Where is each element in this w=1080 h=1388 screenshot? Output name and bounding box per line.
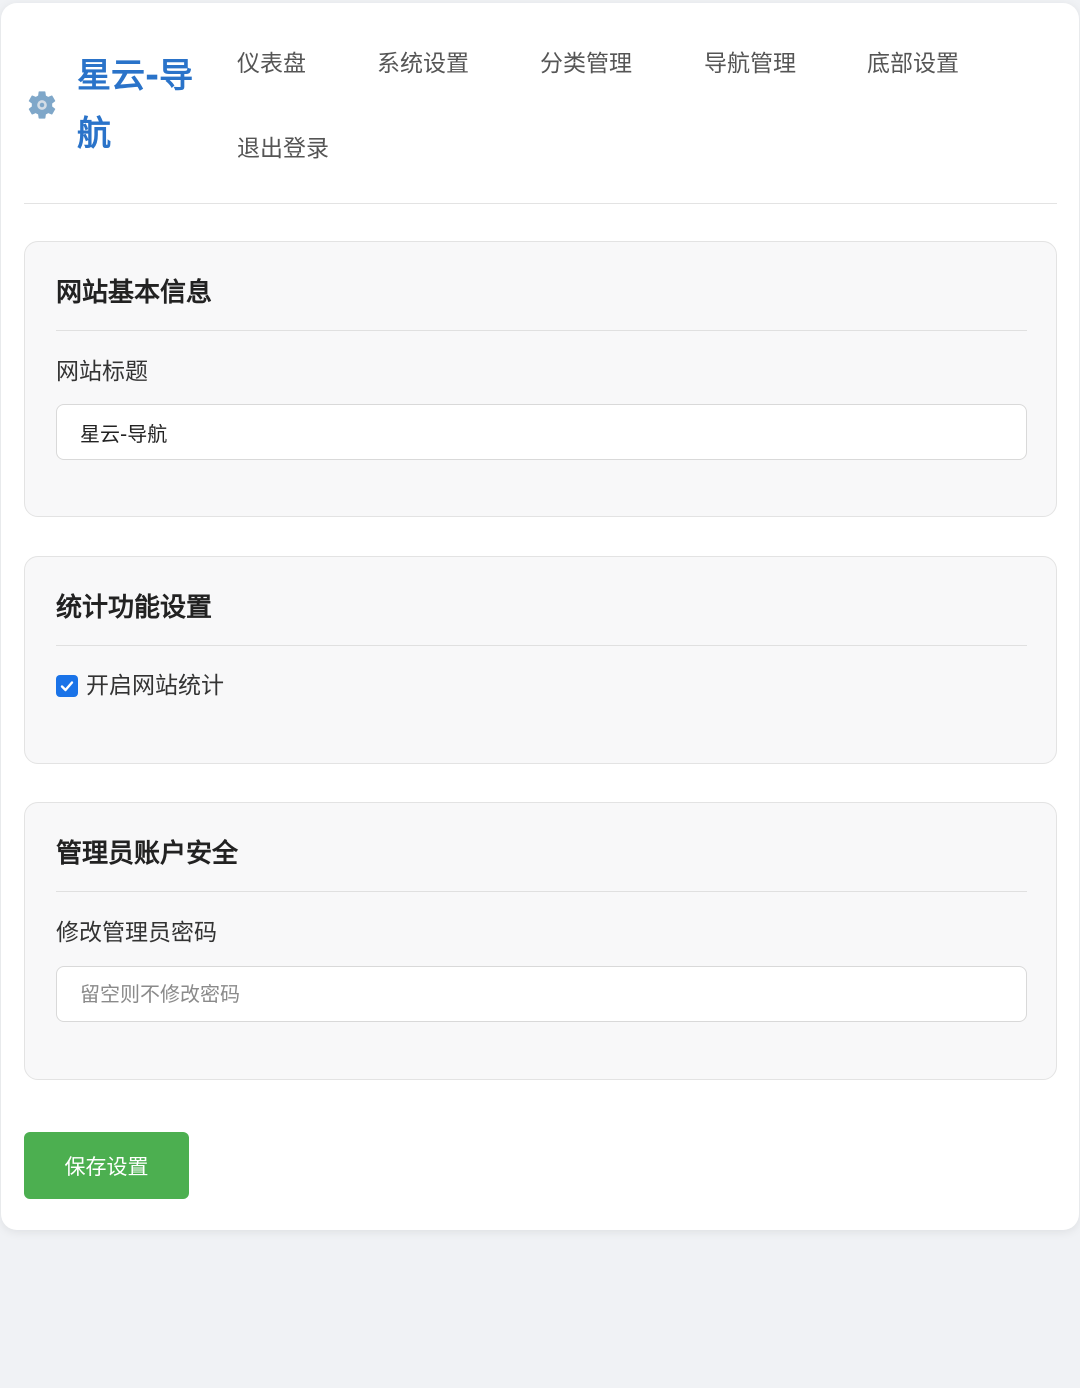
site-title-input[interactable]: [56, 404, 1027, 460]
settings-card: 星云-导航 仪表盘 系统设置 分类管理 导航管理 底部设置 退出登录 网站基本信…: [1, 3, 1079, 1230]
nav-item-category-management[interactable]: 分类管理: [540, 49, 632, 79]
enable-statistics-label[interactable]: 开启网站统计: [86, 671, 224, 701]
divider: [56, 891, 1027, 892]
enable-statistics-checkbox[interactable]: [56, 675, 78, 697]
section-title: 网站基本信息: [56, 278, 213, 308]
enable-statistics-row[interactable]: 开启网站统计: [56, 671, 224, 701]
nav-item-dashboard[interactable]: 仪表盘: [237, 49, 306, 79]
password-input[interactable]: [56, 966, 1027, 1022]
checkmark-icon: [60, 681, 74, 692]
section-admin-security: 管理员账户安全 修改管理员密码: [24, 802, 1057, 1080]
section-title: 统计功能设置: [56, 593, 213, 623]
save-button[interactable]: 保存设置: [24, 1132, 189, 1199]
site-title-label: 网站标题: [56, 359, 148, 385]
nav-item-system-settings[interactable]: 系统设置: [377, 49, 469, 79]
section-basic-info: 网站基本信息 网站标题: [24, 241, 1057, 517]
gear-icon: [24, 87, 60, 123]
brand-title: 星云-导航: [77, 56, 194, 154]
nav-item-navigation-management[interactable]: 导航管理: [704, 49, 796, 79]
divider: [56, 645, 1027, 646]
password-label: 修改管理员密码: [56, 920, 217, 946]
section-title: 管理员账户安全: [56, 839, 239, 869]
nav-item-footer-settings[interactable]: 底部设置: [867, 49, 959, 79]
section-statistics: 统计功能设置 开启网站统计: [24, 556, 1057, 764]
brand[interactable]: 星云-导航: [24, 47, 209, 163]
nav-item-logout[interactable]: 退出登录: [237, 134, 329, 164]
divider: [56, 330, 1027, 331]
header: 星云-导航 仪表盘 系统设置 分类管理 导航管理 底部设置 退出登录: [24, 3, 1057, 204]
